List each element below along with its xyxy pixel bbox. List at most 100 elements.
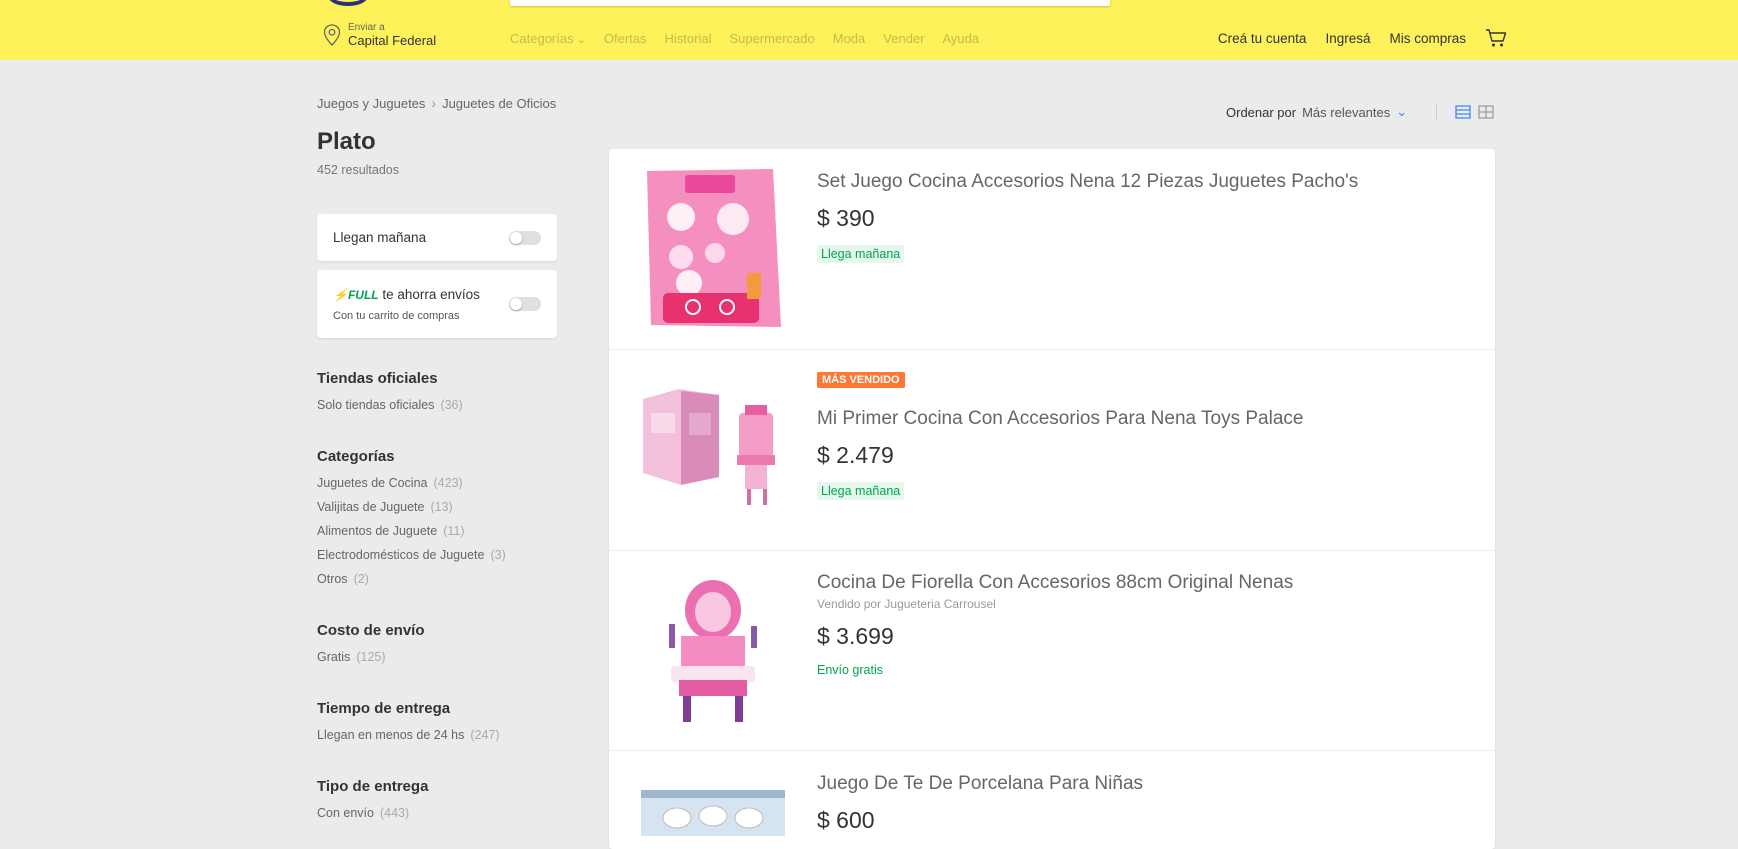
page-title: Plato (317, 128, 376, 155)
search-input[interactable] (510, 0, 1110, 6)
facet-delivery-time: Tiempo de entrega Llegan en menos de 24 … (317, 700, 500, 747)
product-title[interactable]: Mi Primer Cocina Con Accesorios Para Nen… (817, 408, 1303, 430)
login-link[interactable]: Ingresá (1325, 31, 1370, 46)
facet-title: Tiendas oficiales (317, 370, 438, 387)
product-price: $ 3.699 (817, 623, 894, 649)
sort-value: Más relevantes (1302, 104, 1391, 120)
product-price: $ 390 (817, 205, 875, 231)
facet-option-label: Electrodomésticos de Juguete (317, 548, 485, 562)
product-title[interactable]: Juego De Te De Porcelana Para Niñas (817, 773, 1143, 795)
result-item[interactable]: MÁS VENDIDO Mi Primer Cocina Con Accesor… (609, 349, 1495, 551)
full-brand-text: FULL (347, 288, 379, 302)
facet-option-count: (443) (379, 806, 410, 820)
facet-option[interactable]: Valijitas de Juguete (13) (317, 495, 506, 519)
user-nav: Creá tu cuenta Ingresá Mis compras (1218, 31, 1466, 46)
facet-categories: Categorías Juguetes de Cocina (423) Valij… (317, 448, 506, 591)
result-item[interactable]: Cocina De Fiorella Con Accesorios 88cm O… (609, 550, 1495, 751)
facet-option-count: (3) (490, 548, 506, 562)
facet-option-count: (2) (353, 572, 369, 586)
filter-arrives-tomorrow[interactable]: Llegan mañana (317, 214, 557, 261)
facet-option[interactable]: Electrodomésticos de Juguete (3) (317, 543, 506, 567)
list-view-icon[interactable] (1455, 105, 1471, 119)
facet-option-label: Alimentos de Juguete (317, 524, 438, 538)
result-item[interactable]: Set Juego Cocina Accesorios Nena 12 Piez… (609, 149, 1495, 350)
chevron-right-icon: › (431, 95, 437, 111)
facet-option-label: Llegan en menos de 24 hs (317, 728, 465, 742)
facet-option-label: Otros (317, 572, 348, 586)
facet-title: Tiempo de entrega (317, 700, 451, 717)
facet-option-count: (247) (470, 728, 500, 742)
filter-full[interactable]: ⚡FULL te ahorra envíos Con tu carrito de… (317, 270, 557, 338)
create-account-link[interactable]: Creá tu cuenta (1218, 31, 1307, 46)
product-image[interactable] (641, 790, 785, 836)
seller-name: Vendido por Jugueteria Carrousel (817, 597, 996, 611)
grid-view-icon[interactable] (1478, 105, 1494, 119)
facet-title: Costo de envío (317, 622, 425, 639)
facet-title: Categorías (317, 448, 395, 465)
nav-moda[interactable]: Moda (833, 31, 866, 46)
facet-option[interactable]: Con envío (443) (317, 801, 428, 825)
product-image[interactable] (641, 167, 785, 329)
chevron-down-icon: ⌄ (1396, 104, 1408, 119)
shipping-badge: Llega mañana (817, 482, 905, 500)
shipping-text: Envío gratis (817, 663, 884, 677)
facet-option-label: Solo tiendas oficiales (317, 398, 435, 412)
result-count: 452 resultados (317, 163, 400, 177)
facet-title: Tipo de entrega (317, 778, 429, 795)
nav-vender[interactable]: Vender (883, 31, 924, 46)
facet-option[interactable]: Gratis (125) (317, 645, 425, 669)
sort-label: Ordenar por (1226, 104, 1297, 120)
sort-dropdown[interactable]: Ordenar por Más relevantes ⌄ (1226, 104, 1407, 120)
product-title[interactable]: Set Juego Cocina Accesorios Nena 12 Piez… (817, 171, 1358, 193)
filter-sublabel: Con tu carrito de compras (333, 310, 460, 322)
full-brand: ⚡FULL (333, 288, 379, 302)
cart-icon[interactable] (1485, 28, 1507, 48)
location-caption: Enviar a (348, 21, 385, 33)
facet-option-count: (36) (440, 398, 463, 412)
location-value: Capital Federal (348, 32, 437, 48)
product-price: $ 2.479 (817, 442, 894, 468)
breadcrumb: Juegos y Juguetes › Juguetes de Oficios (317, 95, 556, 111)
shipping-badge: Llega mañana (817, 245, 905, 263)
facet-option[interactable]: Llegan en menos de 24 hs (247) (317, 723, 500, 747)
nav-categorias[interactable]: Categorías (510, 31, 586, 46)
facet-option-label: Con envío (317, 806, 374, 820)
divider (1436, 104, 1437, 120)
header: Enviar a Capital Federal Categorías Ofer… (0, 0, 1738, 60)
facet-option-label: Juguetes de Cocina (317, 476, 428, 490)
nav-ayuda[interactable]: Ayuda (942, 31, 979, 46)
result-item[interactable]: Juego De Te De Porcelana Para Niñas $ 60… (609, 750, 1495, 849)
facet-option-label: Gratis (317, 650, 351, 664)
toggle-switch[interactable] (509, 297, 541, 311)
facet-option-count: (11) (443, 524, 465, 538)
mercadolibre-logo[interactable] (328, 0, 368, 6)
my-purchases-link[interactable]: Mis compras (1389, 31, 1466, 46)
breadcrumb-item[interactable]: Juegos y Juguetes (317, 96, 425, 111)
facet-option[interactable]: Alimentos de Juguete (11) (317, 519, 506, 543)
product-title[interactable]: Cocina De Fiorella Con Accesorios 88cm O… (817, 572, 1293, 594)
facet-option[interactable]: Otros (2) (317, 567, 506, 591)
product-image[interactable] (641, 385, 785, 509)
filter-label: ⚡FULL te ahorra envíos (333, 287, 480, 302)
best-seller-badge: MÁS VENDIDO (817, 372, 905, 388)
facet-option-count: (125) (356, 650, 386, 664)
facet-official-stores: Tiendas oficiales Solo tiendas oficiales… (317, 370, 463, 417)
facet-option-count: (423) (433, 476, 463, 490)
product-price: $ 600 (817, 807, 875, 833)
facet-option-label: Valijitas de Juguete (317, 500, 425, 514)
facet-option[interactable]: Juguetes de Cocina (423) (317, 471, 506, 495)
product-image[interactable] (641, 576, 785, 726)
shipping-location[interactable]: Enviar a Capital Federal (322, 20, 436, 50)
facet-shipping-cost: Costo de envío Gratis (125) (317, 622, 425, 669)
full-label-text: te ahorra envíos (382, 287, 480, 302)
nav-historial[interactable]: Historial (665, 31, 712, 46)
toggle-switch[interactable] (509, 231, 541, 245)
main-nav: Categorías Ofertas Historial Supermercad… (510, 31, 979, 46)
nav-ofertas[interactable]: Ofertas (604, 31, 647, 46)
breadcrumb-item[interactable]: Juguetes de Oficios (442, 96, 556, 111)
facet-option-count: (13) (430, 500, 453, 514)
results-list: Set Juego Cocina Accesorios Nena 12 Piez… (609, 149, 1495, 849)
nav-supermercado[interactable]: Supermercado (729, 31, 814, 46)
facet-delivery-type: Tipo de entrega Con envío (443) (317, 778, 428, 825)
facet-option[interactable]: Solo tiendas oficiales (36) (317, 393, 463, 417)
